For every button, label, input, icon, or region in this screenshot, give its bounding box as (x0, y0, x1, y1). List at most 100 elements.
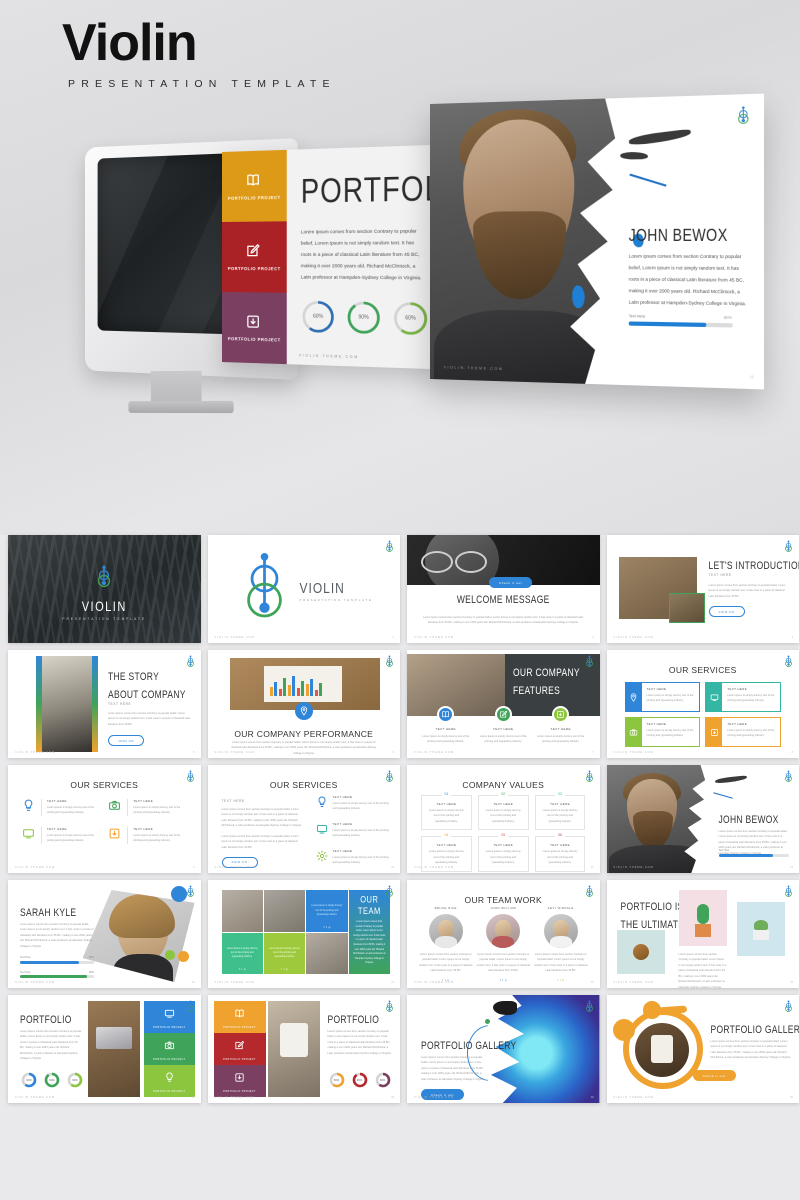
team-photo[interactable] (306, 933, 347, 975)
check-it-out-button[interactable]: Check it out (489, 577, 532, 588)
feature-item[interactable]: TEXT HERE Lorem ipsum is simply dummy te… (477, 706, 529, 745)
value-card[interactable]: 01 TEXT HERE Lorem ipsum is simply dummy… (421, 795, 472, 830)
slide-thumbnail[interactable]: OUR SERVICES TEXT HERE Lorem Ipsum comes… (208, 765, 401, 873)
value-text: Lorem ipsum is simply dummy text of the … (541, 849, 580, 865)
slide-thumbnail[interactable]: PORTFOLIO GALLERY Lorem Ipsum comes from… (407, 995, 600, 1103)
value-title: TEXT HERE (541, 802, 580, 806)
slide-body-text: Lorem Ipsum comes from section Contrary … (423, 615, 584, 626)
team-photo-overlay[interactable]: Lorem ipsum is simply dummy text of the … (222, 933, 263, 975)
slide-thumbnail[interactable]: PORTFOLIO GALLERY Lorem Ipsum comes from… (607, 995, 800, 1103)
service-item[interactable]: TEXT HERE Lorem ipsum is simply dummy te… (22, 827, 100, 845)
slide-page-number: 5 (193, 751, 194, 754)
slide-page-number: 14 (391, 981, 394, 984)
slide-thumbnail[interactable]: OUR SERVICES TEXT HERE Lorem ipsum is si… (607, 650, 800, 758)
slide-thumbnail[interactable]: OUR COMPANY PERFORMANCE Lorem Ipsum come… (208, 650, 401, 758)
slide-footer-url: VIOLIN.THEME.COM (15, 866, 55, 869)
slide-thumbnail[interactable]: VIOLIN PRESENTATION TEMPLATE VIOLIN.THEM… (208, 535, 401, 643)
portfolio-panel[interactable]: PORTFOLIO PROJECT (214, 1033, 266, 1065)
team-photo-overlay[interactable]: Lorem ipsum is simply dummy text of the … (264, 933, 305, 975)
service-title: TEXT HERE (333, 822, 391, 826)
join-us-button[interactable]: JOIN US (108, 735, 144, 746)
service-item[interactable]: TEXT HERE Lorem ipsum is simply dummy te… (22, 799, 100, 817)
portfolio-panel[interactable]: PORTFOLIO PROJECT (144, 1065, 195, 1097)
bulb-icon (316, 795, 328, 813)
portfolio-panel[interactable]: PORTFOLIO PROJECT (214, 1001, 266, 1033)
slide-page-number: 18 (391, 1096, 394, 1099)
slide-thumbnail[interactable]: VIOLIN PRESENTATION TEMPLATE (8, 535, 201, 643)
portfolio-image-2[interactable] (679, 890, 727, 946)
slide-footer-url: VIOLIN.THEME.COM (614, 1096, 654, 1099)
value-card[interactable]: 03 TEXT HERE Lorem ipsum is simply dummy… (535, 795, 586, 830)
portfolio-project-strip[interactable]: PORTFOLIO PROJECT (222, 292, 287, 364)
portfolio-photo[interactable] (268, 1001, 320, 1097)
value-card[interactable]: 02 TEXT HERE Lorem ipsum is simply dummy… (478, 795, 529, 830)
book-icon (234, 1006, 245, 1024)
slide-thumbnail[interactable]: COMPANY VALUES 01 TEXT HERE Lorem ipsum … (407, 765, 600, 873)
value-card[interactable]: 06 TEXT HERE Lorem ipsum is simply dummy… (535, 836, 586, 871)
violin-logo-icon (96, 565, 113, 594)
social-icons[interactable]: f t p (306, 925, 347, 929)
team-photo[interactable] (222, 890, 263, 932)
slide-thumbnail[interactable]: LET'S INTRODUCTION TEXT HERE Lorem Ipsum… (607, 535, 800, 643)
slide-thumbnail[interactable]: PORTFOLIO IS THE ULTIMATE Lorem Ipsum co… (607, 880, 800, 988)
slide-page-number: 6 (393, 751, 394, 754)
team-photo[interactable] (264, 890, 305, 932)
thumbnail-row: SARAH KYLE Lorem Ipsum comes from sectio… (8, 880, 792, 988)
service-item[interactable]: TEXT HERE Lorem ipsum is simply dummy te… (316, 822, 391, 840)
portfolio-photo[interactable] (88, 1001, 140, 1097)
service-item[interactable]: TEXT HERE Lorem ipsum is simply dummy te… (108, 827, 186, 845)
service-box[interactable]: TEXT HERE Lorem ipsum is simply dummy te… (705, 717, 781, 747)
social-icons[interactable]: f t p (534, 978, 588, 982)
percent-ring-label: 60% (374, 1071, 392, 1089)
camera-icon (626, 718, 642, 746)
slide-thumbnail[interactable]: PORTFOLIO PROJECT PORTFOLIO PROJECT PORT… (208, 995, 401, 1103)
slide-image-inset (669, 593, 705, 623)
portfolio-project-strip[interactable]: PORTFOLIO PROJECT (222, 150, 287, 222)
slide-page-number: 8 (792, 751, 793, 754)
service-text: Lorem ipsum is simply dummy text of the … (647, 693, 695, 704)
portfolio-panel[interactable]: PORTFOLIO PROJECT (214, 1065, 266, 1097)
slide-thumbnail[interactable]: THE STORY ABOUT COMPANY TEXT HERE Lorem … (8, 650, 201, 758)
social-icons[interactable]: f t p (222, 967, 263, 971)
slide-thumbnail[interactable]: Check it out WELCOME MESSAGE Lorem Ipsum… (407, 535, 600, 643)
join-us-button[interactable]: JOIN US (709, 606, 745, 617)
slide-footer-url: VIOLIN.THEME.COM (414, 636, 454, 639)
slide-thumbnail[interactable]: OUR SERVICES TEXT HERE Lorem ipsum is si… (8, 765, 201, 873)
service-box[interactable]: TEXT HERE Lorem ipsum is simply dummy te… (625, 682, 701, 712)
portfolio-project-strip[interactable]: PORTFOLIO PROJECT (222, 221, 287, 292)
service-box[interactable]: TEXT HERE Lorem ipsum is simply dummy te… (625, 717, 701, 747)
slide-footer-url: VIOLIN.THEME.COM (215, 981, 255, 984)
team-member[interactable]: KEVI WINDALE Lorem Ipsum comes from sect… (534, 906, 588, 982)
service-item[interactable]: TEXT HERE Lorem ipsum is simply dummy te… (316, 849, 391, 867)
slide-thumbnail[interactable]: PORTFOLIO Lorem Ipsum comes from section… (8, 995, 201, 1103)
check-it-out-button[interactable]: Check it out (693, 1070, 736, 1081)
slide-thumbnail[interactable]: JOHN BEWOX Lorem Ipsum comes from sectio… (607, 765, 800, 873)
slide-thumbnail[interactable]: Lorem ipsum is simply dummy text of the … (208, 880, 401, 988)
hero-slide-portfolio[interactable]: PORTFOLIO PROJECT PORTFOLIO PROJECT PORT… (222, 145, 440, 370)
team-photo-overlay[interactable]: Lorem ipsum is simply dummy text of the … (306, 890, 347, 932)
team-member-name: KEVI WINDALE (534, 906, 588, 910)
slide-title: OUR TEAM (353, 894, 386, 917)
slide-title: THE STORY (108, 670, 191, 683)
slide-page-number: 4 (792, 636, 793, 639)
hero-slide-profile[interactable]: JOHN BEWOX Lorem Ipsum comes from sectio… (430, 94, 764, 390)
team-member[interactable]: JOHN WILLIAM Lorem Ipsum comes from sect… (476, 906, 530, 982)
value-card[interactable]: 05 TEXT HERE Lorem ipsum is simply dummy… (478, 836, 529, 871)
portfolio-image-1[interactable] (617, 930, 665, 974)
team-member[interactable]: BRUCE RICE Lorem Ipsum comes from sectio… (419, 906, 473, 982)
service-text: Lorem ipsum is simply dummy text of the … (333, 801, 391, 812)
social-icons[interactable]: f t p (476, 978, 530, 982)
social-icons[interactable]: f t p (264, 967, 305, 971)
hero-banner: Violin PRESENTATION TEMPLATE PORTFOLIO P… (0, 0, 800, 535)
slide-thumbnail[interactable]: SARAH KYLE Lorem Ipsum comes from sectio… (8, 880, 201, 988)
feature-item[interactable]: TEXT HERE Lorem ipsum is simply dummy te… (420, 706, 472, 745)
feature-item[interactable]: TEXT HERE Lorem ipsum is simply dummy te… (535, 706, 587, 745)
monitor-icon (706, 683, 722, 711)
service-box[interactable]: TEXT HERE Lorem ipsum is simply dummy te… (705, 682, 781, 712)
portfolio-panel[interactable]: PORTFOLIO PROJECT (144, 1033, 195, 1065)
service-item[interactable]: TEXT HERE Lorem ipsum is simply dummy te… (108, 799, 186, 817)
slide-thumbnail[interactable]: OUR COMPANY FEATURES TEXT HERE Lorem ips… (407, 650, 600, 758)
service-item[interactable]: TEXT HERE Lorem ipsum is simply dummy te… (316, 795, 391, 813)
portfolio-image-3[interactable] (737, 902, 785, 956)
slide-thumbnail[interactable]: OUR TEAM WORK BRUCE RICE Lorem Ipsum com… (407, 880, 600, 988)
